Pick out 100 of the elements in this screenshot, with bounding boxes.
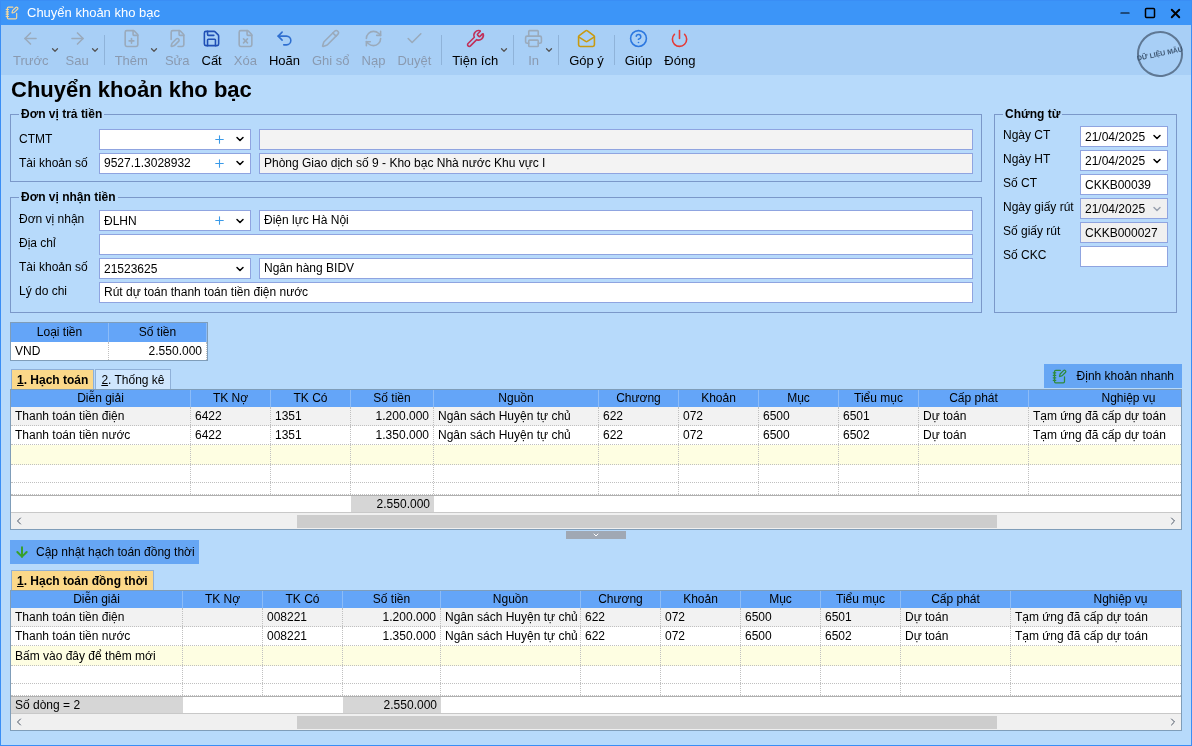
splitter-handle[interactable]	[566, 531, 626, 539]
group-title: Chứng từ	[1004, 106, 1062, 123]
column-header[interactable]: Số tiền	[109, 323, 207, 342]
table-cell: 622	[581, 608, 661, 626]
table-cell: Thanh toán tiền nước	[11, 627, 183, 645]
combo-field[interactable]	[99, 128, 251, 150]
field-label: Ngày HT	[1003, 151, 1051, 168]
combo-field[interactable]: ĐLHN	[99, 210, 251, 231]
maximize-icon[interactable]	[1144, 7, 1156, 19]
app-icon	[5, 6, 19, 20]
table-cell: 1.200.000	[351, 407, 434, 425]
field-label: Ngày giấy rút	[1003, 199, 1074, 216]
grid-row[interactable]: Thanh toán tiền nước 6422 1351 1.350.000 Ngân sách Huyện tự chủ 622 072 6500 6502 Dự toán Tạm ứng đã cấp dự toán	[11, 426, 1181, 445]
field-label: Tài khoản số	[19, 155, 89, 172]
field-label: Ngày CT	[1003, 127, 1051, 144]
tab[interactable]: 2. Thống kê	[95, 369, 171, 389]
add-icon[interactable]	[213, 156, 226, 170]
table-cell: Dự toán	[901, 627, 1011, 645]
text-field[interactable]	[99, 234, 973, 255]
combo-field[interactable]: 21523625	[99, 258, 251, 279]
text-field[interactable]: Rút dự toán thanh toán tiền điện nước	[99, 282, 973, 303]
table-cell: 1.350.000	[351, 426, 434, 444]
toolbar-button[interactable]: Giúp	[618, 28, 659, 72]
text-field[interactable]: CKKB00039	[1080, 174, 1168, 195]
horizontal-scrollbar[interactable]	[11, 713, 1181, 730]
total-cell: 2.550.000	[351, 496, 434, 512]
group-title: Đơn vị trả tiền	[20, 106, 104, 123]
toolbar-button[interactable]: Góp ý	[563, 28, 610, 72]
table-cell: Thanh toán tiền điện	[11, 407, 191, 425]
row-count: Số dòng = 2	[11, 697, 183, 713]
table-cell: 6502	[821, 627, 901, 645]
update-button[interactable]: Cập nhật hạch toán đồng thời	[10, 540, 199, 564]
field-label: Địa chỉ	[19, 235, 57, 252]
table-cell: 1.350.000	[343, 627, 441, 645]
table-cell: 6500	[741, 608, 821, 626]
power-icon	[670, 29, 690, 49]
date-field[interactable]: 21/04/2025	[1080, 150, 1168, 171]
table-cell: 1351	[271, 426, 351, 444]
field-label: Lý do chi	[19, 283, 69, 300]
file-plus-icon	[121, 29, 141, 49]
toolbar-button[interactable]: Hoãn	[262, 28, 306, 72]
name-field: Ngân hàng BIDV	[259, 258, 973, 279]
grid-row[interactable]: Thanh toán tiền nước 008221 1.350.000 Ngân sách Huyện tự chủ 622 072 6500 6502 Dự toán Tạm ứng đã cấp dự toán	[11, 627, 1181, 646]
total-cell: 2.550.000	[343, 697, 441, 713]
pencil-icon	[321, 29, 341, 49]
date-field[interactable]: 21/04/2025	[1080, 126, 1168, 147]
table-cell: 6500	[759, 407, 839, 425]
refresh-icon	[363, 29, 383, 49]
field-label: CTMT	[19, 131, 54, 148]
table-cell: Thanh toán tiền điện	[11, 608, 183, 626]
table-cell: Dự toán	[919, 407, 1029, 425]
combo-field[interactable]: 9527.1.3028932	[99, 152, 251, 174]
table-cell: 6500	[759, 426, 839, 444]
tab[interactable]: 1. Hạch toán	[11, 369, 95, 389]
text-field[interactable]	[1080, 246, 1168, 267]
table-cell: 6502	[839, 426, 919, 444]
printer-icon	[524, 29, 544, 49]
table-cell: 6501	[839, 407, 919, 425]
window-title: Chuyển khoản kho bạc	[27, 4, 161, 23]
field-label: Đơn vị nhận	[19, 211, 86, 228]
undo-icon	[274, 29, 294, 49]
collapse-icon[interactable]	[592, 531, 600, 539]
table-cell: 622	[599, 426, 679, 444]
table-cell: Ngân sách Huyện tự chủ	[434, 407, 599, 425]
help-icon	[629, 29, 649, 49]
envelope-icon	[576, 29, 596, 49]
table-cell: Dự toán	[901, 608, 1011, 626]
table-cell: Ngân sách Huyện tự chủ	[434, 426, 599, 444]
grid-row[interactable]: Thanh toán tiền điện 008221 1.200.000 Ngân sách Huyện tự chủ 622 072 6500 6501 Dự toán Tạm ứng đã cấp dự toán	[11, 608, 1181, 627]
field-label: Số giấy rút	[1003, 223, 1061, 240]
table-cell: 6422	[191, 426, 271, 444]
table-cell: 6501	[821, 608, 901, 626]
add-row-hint[interactable]: Bấm vào đây để thêm mới	[15, 646, 156, 666]
add-icon[interactable]	[213, 132, 226, 146]
file-delete-icon	[235, 29, 255, 49]
table-cell: 622	[581, 627, 661, 645]
table-cell: 1351	[271, 407, 351, 425]
table-cell: 008221	[263, 627, 343, 645]
table-cell: 1.200.000	[343, 608, 441, 626]
table-cell: 6500	[741, 627, 821, 645]
save-icon	[202, 29, 222, 49]
quick-entry-button[interactable]: Định khoản nhanh	[1043, 364, 1182, 388]
tab[interactable]: 1. Hạch toán đồng thời	[11, 570, 154, 590]
table-cell: 2.550.000	[109, 342, 207, 360]
table-cell: Thanh toán tiền nước	[11, 426, 191, 444]
toolbar-button[interactable]: Đóng	[658, 28, 702, 72]
wrench-icon	[465, 29, 485, 49]
horizontal-scrollbar[interactable]	[11, 512, 1181, 529]
name-field: Điện lực Hà Nội	[259, 210, 973, 231]
toolbar-button[interactable]: Tiện ích	[446, 28, 510, 72]
table-cell: 072	[661, 608, 741, 626]
toolbar-button[interactable]: Cất	[195, 28, 228, 72]
group-title: Đơn vị nhận tiền	[20, 189, 117, 206]
table-cell: 072	[679, 407, 759, 425]
table-cell: 008221	[263, 608, 343, 626]
field-label: Số CT	[1003, 175, 1037, 192]
add-icon[interactable]	[213, 214, 226, 227]
page-heading: Chuyển khoản kho bạc	[10, 76, 253, 104]
column-header[interactable]: Loại tiền	[11, 323, 109, 342]
grid-row[interactable]: Thanh toán tiền điện 6422 1351 1.200.000 Ngân sách Huyện tự chủ 622 072 6500 6501 Dự toán Tạm ứng đã cấp dự toán	[11, 407, 1181, 426]
